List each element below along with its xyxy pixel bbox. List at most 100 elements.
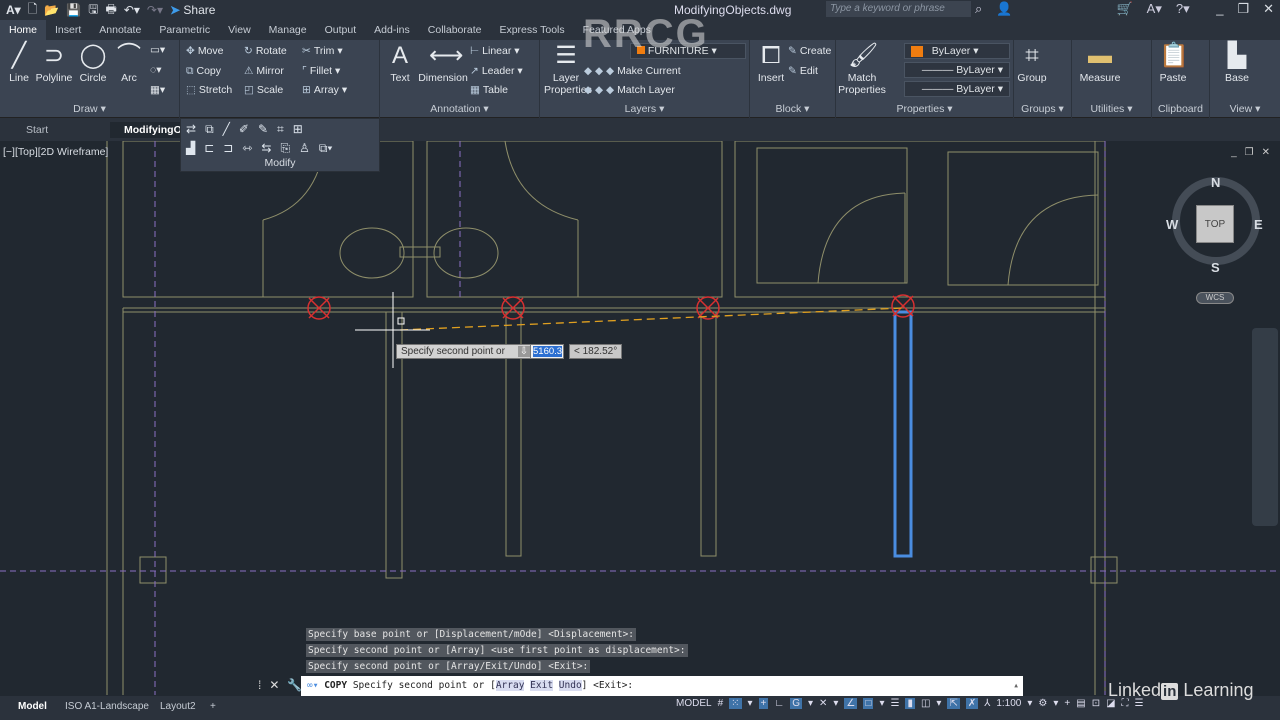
dynamic-input-icon[interactable]: + — [758, 698, 769, 709]
polyline-tool[interactable]: ⊃ Polyline — [34, 42, 74, 84]
history-expand-icon[interactable]: ▴ — [1013, 676, 1019, 696]
compass-south[interactable]: S — [1211, 260, 1220, 275]
modify-extra-tools-row2[interactable]: ▟ ⊏ ⊐ ⇿ ⇆ ⎘ ♙ ⧉▾ — [186, 141, 332, 156]
array-tool[interactable]: ⊞ Array ▾ — [302, 84, 347, 96]
save-as-icon[interactable]: 🖫 — [88, 0, 98, 21]
polar-icon[interactable]: G — [790, 698, 802, 709]
block-panel-title[interactable]: Block ▾ — [750, 102, 835, 116]
rotate-tool[interactable]: ↻ Rotate — [244, 45, 287, 57]
tab-output[interactable]: Output — [316, 20, 366, 40]
tab-insert[interactable]: Insert — [46, 20, 90, 40]
match-properties-tool[interactable]: 🖌 Match Properties — [838, 42, 886, 96]
down-arrow-icon[interactable]: ⇩ — [517, 346, 531, 357]
object-snap-icon[interactable]: □ — [863, 698, 874, 709]
compass-north[interactable]: N — [1211, 175, 1220, 190]
open-icon[interactable]: 📂 — [44, 3, 59, 17]
quick-properties-icon[interactable]: ⊡ — [1092, 698, 1100, 709]
grip-icon[interactable]: ⁞ — [258, 678, 261, 692]
table-tool[interactable]: ▦ Table — [470, 84, 508, 96]
tab-parametric[interactable]: Parametric — [150, 20, 219, 40]
wcs-menu[interactable]: WCS — [1196, 292, 1234, 304]
option-exit[interactable]: Exit — [530, 680, 554, 691]
isodraft-icon[interactable]: ✕ — [819, 698, 827, 709]
workspace-gear-icon[interactable]: ⚙ — [1038, 698, 1047, 709]
groups-panel-title[interactable]: Groups ▾ — [1014, 102, 1071, 116]
ucs-icon[interactable]: ⇱ — [947, 698, 960, 709]
viewcube[interactable]: N S E W TOP WCS — [1166, 175, 1263, 304]
model-space-button[interactable]: MODEL — [676, 698, 712, 709]
layer-properties-tool[interactable]: ☰ Layer Properties — [544, 42, 592, 96]
viewcube-top-face[interactable]: TOP — [1196, 205, 1234, 243]
ellipse-icon[interactable]: ◌▾ — [150, 64, 162, 76]
viewport-close-icon[interactable]: ✕ — [1262, 147, 1270, 158]
tab-annotate[interactable]: Annotate — [90, 20, 150, 40]
view-panel-title[interactable]: View ▾ — [1210, 102, 1280, 116]
object-snap-tracking-icon[interactable]: ∠ — [844, 698, 858, 709]
transparency-icon[interactable]: ▮ — [905, 698, 915, 709]
selected-column[interactable] — [893, 310, 913, 558]
layout-tab-iso-a1[interactable]: ISO A1-Landscape — [65, 701, 149, 712]
mirror-tool[interactable]: ⚠ Mirror — [244, 65, 284, 77]
rectangle-icon[interactable]: ▭▾ — [150, 44, 165, 56]
tab-manage[interactable]: Manage — [260, 20, 316, 40]
layers-panel-title[interactable]: Layers ▾ — [540, 102, 749, 116]
grid-icon[interactable]: # — [718, 698, 724, 709]
paste-tool[interactable]: 📋 Paste — [1156, 42, 1190, 84]
plot-icon[interactable]: 🖶 — [106, 0, 117, 21]
circle-tool[interactable]: ◯ Circle — [76, 42, 110, 84]
auto-scale-icon[interactable]: ⅄ — [984, 698, 990, 709]
group-tool[interactable]: ⌗ Group — [1016, 42, 1048, 84]
new-icon[interactable]: 🗋 — [28, 0, 38, 21]
annotation-panel-title[interactable]: Annotation ▾ — [380, 102, 539, 116]
lineweight-icon[interactable]: ☰ — [890, 698, 899, 709]
add-layout-button[interactable]: + — [210, 701, 216, 712]
annotation-visibility-icon[interactable]: ✗ — [965, 698, 979, 709]
modify-extra-tools-row1[interactable]: ⇄ ⧉ ╱ ✐ ✎ ⌗ ⊞ — [186, 122, 303, 137]
fillet-tool[interactable]: ⌜ Fillet ▾ — [302, 65, 340, 77]
color-dropdown[interactable]: ByLayer ▾ — [904, 43, 1010, 59]
snap-icon[interactable]: ⁙ — [729, 698, 742, 709]
annotation-monitor-icon[interactable]: + — [1064, 698, 1070, 709]
layout-tab-layout2[interactable]: Layout2 — [160, 701, 196, 712]
restore-icon[interactable]: ❐ — [1237, 1, 1249, 17]
search-icon[interactable]: ⌕ — [975, 1, 982, 17]
close-icon[interactable]: ✕ — [1263, 1, 1274, 17]
angle-input[interactable]: < 182.52° — [569, 344, 623, 359]
linear-tool[interactable]: ⊢ Linear ▾ — [470, 45, 520, 57]
file-tab-start[interactable]: Start — [12, 122, 62, 138]
undo-icon[interactable]: ↶▾ — [124, 3, 140, 17]
utilities-panel-title[interactable]: Utilities ▾ — [1072, 102, 1151, 116]
scale-tool[interactable]: ◰ Scale — [244, 84, 283, 96]
edit-block-tool[interactable]: ✎ Edit — [788, 65, 818, 77]
viewport-restore-icon[interactable]: ❐ — [1245, 147, 1254, 158]
measure-tool[interactable]: ▬ Measure — [1076, 42, 1124, 84]
units-icon[interactable]: ▤ — [1076, 698, 1085, 709]
compass-east[interactable]: E — [1254, 217, 1263, 232]
cart-icon[interactable]: 🛒 — [1116, 1, 1132, 17]
layout-tab-model[interactable]: Model — [18, 701, 47, 712]
compass-west[interactable]: W — [1166, 217, 1178, 232]
create-block-tool[interactable]: ✎ Create — [788, 45, 831, 57]
option-undo[interactable]: Undo — [558, 680, 582, 691]
move-tool[interactable]: ✥ Move — [186, 45, 224, 57]
hatch-icon[interactable]: ▦▾ — [150, 84, 165, 96]
draw-panel-title[interactable]: Draw ▾ — [0, 102, 179, 116]
tab-home[interactable]: Home — [0, 20, 47, 40]
help-icon[interactable]: ?▾ — [1176, 1, 1190, 17]
modify-panel-title[interactable]: Modify — [181, 157, 379, 169]
close-command-icon[interactable]: ✕ — [269, 678, 279, 692]
line-tool[interactable]: ╱ Line — [4, 42, 34, 84]
leader-tool[interactable]: ↗ Leader ▾ — [470, 65, 523, 77]
ortho-icon[interactable]: ∟ — [774, 698, 784, 709]
search-input[interactable]: Type a keyword or phrase — [826, 1, 971, 17]
redo-icon[interactable]: ↷▾ — [147, 3, 163, 17]
tab-collaborate[interactable]: Collaborate — [419, 20, 491, 40]
drawing-canvas[interactable] — [0, 140, 1280, 695]
selection-cycling-icon[interactable]: ◫ — [921, 698, 930, 709]
trim-tool[interactable]: ✂ Trim ▾ — [302, 45, 343, 57]
copy-tool[interactable]: ⧉ Copy — [186, 65, 221, 78]
app-menu-icon[interactable]: A▾ — [6, 3, 21, 17]
tab-view[interactable]: View — [219, 20, 260, 40]
distance-input[interactable]: 5160.3 — [530, 344, 564, 359]
text-tool[interactable]: A Text — [386, 42, 414, 84]
